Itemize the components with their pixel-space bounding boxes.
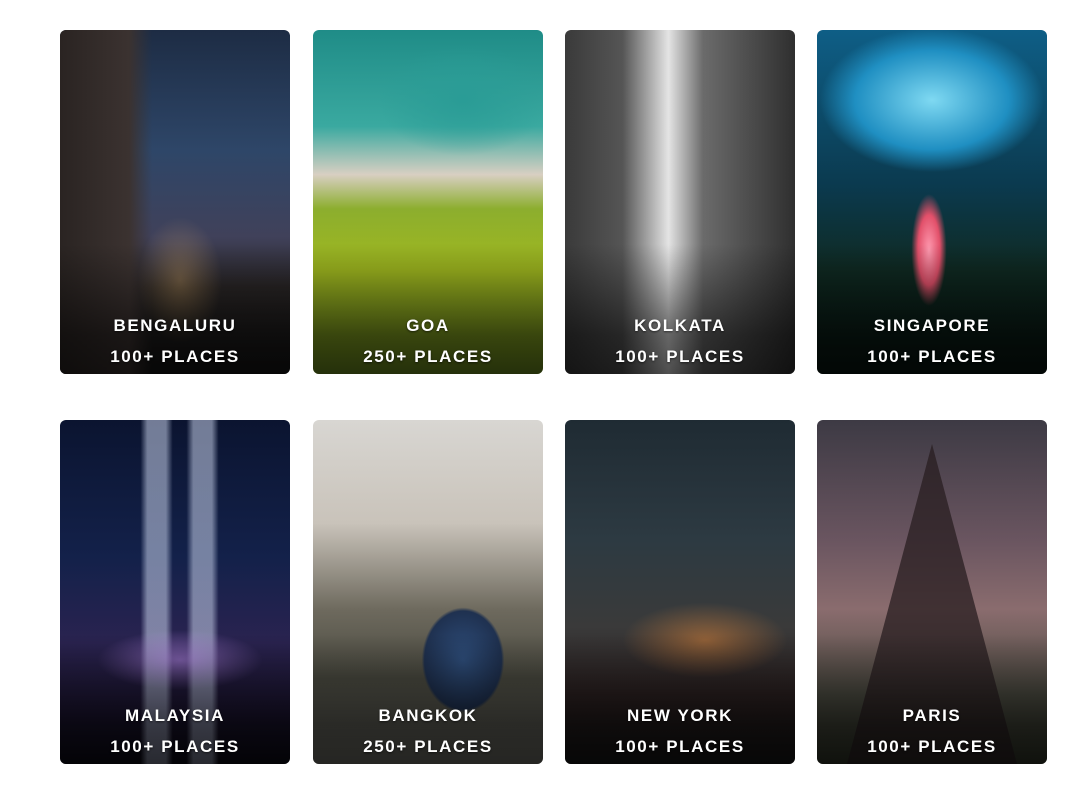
places-count: 100+ PLACES — [110, 347, 240, 366]
destination-name: PARIS — [902, 706, 962, 725]
places-count: 100+ PLACES — [867, 737, 997, 756]
destination-card-singapore[interactable]: SINGAPORE 100+ PLACES — [817, 30, 1047, 374]
destination-card-goa[interactable]: GOA 250+ PLACES — [313, 30, 543, 374]
destination-name: NEW YORK — [627, 706, 733, 725]
places-count: 100+ PLACES — [867, 347, 997, 366]
places-count: 100+ PLACES — [615, 737, 745, 756]
destination-name: MALAYSIA — [124, 706, 226, 725]
destination-card-bangkok[interactable]: BANGKOK 250+ PLACES — [313, 420, 543, 764]
places-count: 250+ PLACES — [363, 347, 493, 366]
places-count: 250+ PLACES — [363, 737, 493, 756]
destination-card-malaysia[interactable]: MALAYSIA 100+ PLACES — [60, 420, 290, 764]
destination-grid: BENGALURU 100+ PLACES GOA 250+ PLACES KO… — [0, 0, 1074, 791]
destination-name: GOA — [406, 316, 450, 335]
destination-card-kolkata[interactable]: KOLKATA 100+ PLACES — [565, 30, 795, 374]
destination-card-paris[interactable]: PARIS 100+ PLACES — [817, 420, 1047, 764]
destination-card-new-york[interactable]: NEW YORK 100+ PLACES — [565, 420, 795, 764]
destination-name: KOLKATA — [634, 316, 726, 335]
destination-name: BENGALURU — [113, 316, 237, 335]
places-count: 100+ PLACES — [615, 347, 745, 366]
destination-card-bengaluru[interactable]: BENGALURU 100+ PLACES — [60, 30, 290, 374]
destination-name: SINGAPORE — [873, 316, 991, 335]
destination-name: BANGKOK — [378, 706, 478, 725]
places-count: 100+ PLACES — [110, 737, 240, 756]
